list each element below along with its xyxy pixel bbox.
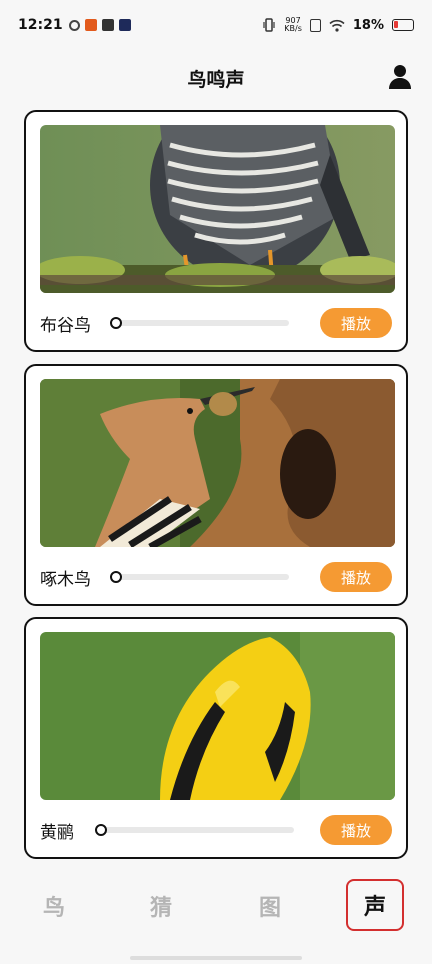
net-speed-unit: KB/s xyxy=(284,24,302,33)
notification-icons xyxy=(68,19,131,31)
bottom-nav: 鸟 猜 图 声 xyxy=(0,874,432,938)
nav-tab-bird[interactable]: 鸟 xyxy=(26,884,82,928)
home-indicator[interactable] xyxy=(130,956,302,960)
hoopoe-photo xyxy=(40,379,395,547)
page-title: 鸟鸣声 xyxy=(187,68,245,91)
battery-percent: 18% xyxy=(352,17,384,33)
battery-icon xyxy=(392,19,414,31)
bird-name: 布谷鸟 xyxy=(40,315,91,336)
bird-name: 啄木鸟 xyxy=(40,569,91,590)
status-right: 907 KB/s 18% xyxy=(262,17,414,33)
player-row: 啄木鸟 播放 xyxy=(40,562,392,592)
net-speed: 907 KB/s xyxy=(284,17,302,33)
mail-notification-icon xyxy=(101,19,114,31)
status-time: 12:21 xyxy=(18,17,63,33)
wifi-icon xyxy=(329,19,345,32)
progress-slider[interactable] xyxy=(110,571,289,583)
status-bar: 12:21 907 KB/s 18% xyxy=(0,0,432,50)
app-header: 鸟鸣声 xyxy=(0,56,432,100)
player-row: 黄鹂 播放 xyxy=(40,815,392,845)
sound-card: 布谷鸟 播放 xyxy=(24,110,408,352)
cuckoo-photo xyxy=(40,125,395,293)
app-notification-icon xyxy=(84,19,97,31)
user-icon[interactable] xyxy=(388,64,412,90)
nav-tab-guess[interactable]: 猜 xyxy=(133,884,189,928)
bird-name: 黄鹂 xyxy=(40,822,74,843)
player-row: 布谷鸟 播放 xyxy=(40,308,392,338)
play-button[interactable]: 播放 xyxy=(320,815,392,845)
play-button[interactable]: 播放 xyxy=(320,308,392,338)
sim-off-icon xyxy=(309,18,321,32)
play-button[interactable]: 播放 xyxy=(320,562,392,592)
sound-card: 黄鹂 播放 xyxy=(24,617,408,859)
slider-knob[interactable] xyxy=(95,824,107,836)
oriole-photo xyxy=(40,632,395,800)
vibrate-icon xyxy=(263,18,275,32)
sound-card: 啄木鸟 播放 xyxy=(24,364,408,606)
nav-tab-picture[interactable]: 图 xyxy=(242,884,298,928)
nav-tab-sound[interactable]: 声 xyxy=(346,879,404,931)
progress-slider[interactable] xyxy=(95,824,294,836)
play-notification-icon xyxy=(118,19,131,31)
slider-knob[interactable] xyxy=(110,317,122,329)
progress-slider[interactable] xyxy=(110,317,289,329)
link-icon xyxy=(68,19,80,31)
slider-knob[interactable] xyxy=(110,571,122,583)
